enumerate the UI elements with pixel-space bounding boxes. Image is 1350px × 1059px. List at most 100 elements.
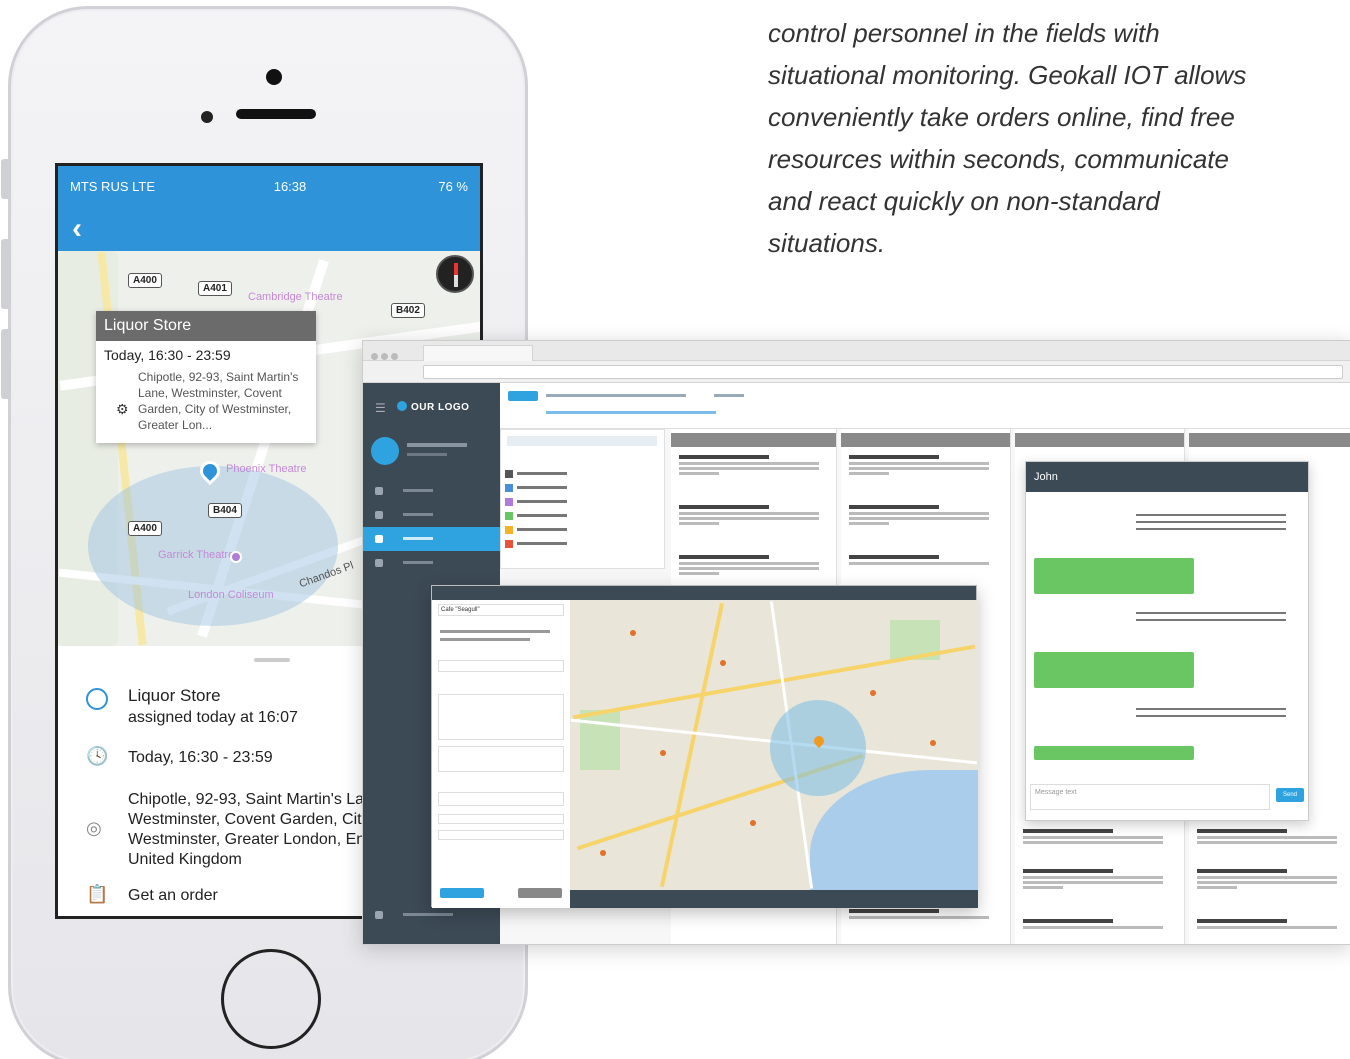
objects-icon — [375, 511, 383, 519]
geofence-circle — [88, 466, 338, 626]
browser-address-bar — [363, 361, 1350, 383]
back-chevron-icon[interactable]: ‹ — [72, 212, 82, 246]
save-button[interactable] — [440, 888, 484, 898]
copy-line: situations. — [768, 228, 886, 258]
get-order-action[interactable]: Get an order — [128, 886, 218, 906]
mute-switch — [1, 159, 11, 199]
status-checkbox[interactable] — [505, 526, 513, 534]
cancel-button[interactable] — [518, 888, 562, 898]
browser-tab[interactable] — [423, 345, 533, 361]
status-checkbox[interactable] — [505, 470, 513, 478]
place-label: London Coliseum — [188, 589, 274, 601]
search-field[interactable] — [714, 394, 744, 397]
task-card[interactable] — [1197, 919, 1337, 931]
status-circle-icon — [86, 688, 108, 710]
address-line: Chipotle, 92-93, Saint Martin's La — [128, 791, 365, 808]
tasks-toolbar — [500, 383, 1350, 429]
date-range-filter[interactable] — [546, 394, 686, 397]
app-logo: OUR LOGO — [397, 401, 469, 413]
task-card[interactable] — [1197, 829, 1337, 846]
address-line: Westminster, Covent Garden, Cit — [128, 811, 362, 828]
url-input[interactable] — [423, 365, 1343, 379]
status-label — [517, 542, 567, 545]
status-checkbox[interactable] — [505, 498, 513, 506]
task-map[interactable] — [570, 600, 978, 890]
nav-bar: ‹ — [58, 206, 480, 251]
camera-icon — [266, 69, 282, 85]
road-label: A400 — [128, 521, 162, 536]
poi-marker-icon — [720, 660, 726, 666]
task-card[interactable] — [1197, 869, 1337, 891]
status-checkbox[interactable] — [505, 512, 513, 520]
status-checkbox[interactable] — [505, 540, 513, 548]
filter-chips[interactable] — [546, 411, 716, 414]
address-field[interactable] — [438, 694, 564, 740]
task-card[interactable] — [1023, 829, 1163, 846]
task-card[interactable] — [849, 909, 989, 921]
chat-message-outgoing — [1034, 652, 1194, 688]
column-header — [841, 433, 1010, 447]
poi-marker-icon — [930, 740, 936, 746]
client-field[interactable]: Cafe "Seagull" — [438, 604, 564, 616]
chat-message-outgoing — [1034, 746, 1194, 760]
location-icon: ◎ — [86, 818, 102, 838]
send-button[interactable]: Send — [1276, 788, 1304, 802]
user-profile[interactable] — [363, 431, 500, 479]
filter-tabs[interactable] — [507, 436, 657, 446]
sheet-drag-handle[interactable] — [254, 658, 290, 662]
volume-up-button — [1, 239, 11, 309]
tasks-icon — [375, 535, 383, 543]
sidebar-item-tracking[interactable] — [363, 479, 500, 503]
user-role — [407, 453, 447, 456]
status-label — [517, 486, 567, 489]
copy-line: situational monitoring. Geokall IOT allo… — [768, 60, 1247, 90]
phone-field[interactable] — [438, 814, 564, 824]
task-card[interactable] — [1023, 919, 1163, 931]
place-label: Phoenix Theatre — [226, 463, 307, 475]
details-table — [438, 746, 564, 772]
task-card[interactable] — [849, 505, 989, 527]
location-icon: ⚙ — [116, 401, 129, 417]
task-card[interactable] — [679, 505, 819, 527]
status-label — [517, 472, 567, 475]
order-time: Today, 16:30 - 23:59 — [128, 749, 273, 766]
map-park — [580, 710, 620, 770]
sidebar-item-label — [403, 513, 433, 516]
map-controls-bar[interactable] — [570, 890, 978, 908]
sidebar-item-chat[interactable] — [363, 551, 500, 575]
status-label — [517, 528, 567, 531]
comment-field[interactable] — [438, 830, 564, 840]
home-button[interactable] — [221, 949, 321, 1049]
form-text — [440, 630, 550, 633]
avatar — [371, 437, 399, 465]
sidebar-item-objects[interactable] — [363, 503, 500, 527]
menu-icon[interactable]: ☰ — [375, 401, 386, 415]
status-label — [517, 514, 567, 517]
task-card[interactable] — [679, 555, 819, 577]
sidebar-item-label — [403, 537, 433, 540]
message-input[interactable]: Message text — [1030, 784, 1270, 810]
date-field[interactable] — [438, 660, 564, 672]
map-popup[interactable]: Liquor Store Today, 16:30 - 23:59 ⚙ Chip… — [96, 311, 316, 443]
task-card[interactable] — [1023, 869, 1163, 891]
place-label: Garrick Theatre — [158, 549, 235, 561]
status-filter-panel — [500, 429, 665, 569]
task-card[interactable] — [849, 555, 989, 567]
earpiece-speaker — [236, 109, 316, 119]
add-task-button[interactable] — [508, 391, 538, 401]
status-checkbox[interactable] — [505, 484, 513, 492]
assignee-select[interactable] — [438, 792, 564, 806]
front-camera-icon — [201, 111, 213, 123]
copy-line: resources within seconds, communicate — [768, 144, 1229, 174]
address-line: United Kingdom — [128, 851, 242, 868]
sidebar-item-label — [403, 489, 433, 492]
task-card[interactable] — [849, 455, 989, 477]
compass-icon[interactable] — [436, 255, 474, 293]
window-controls[interactable] — [371, 347, 401, 360]
clipboard-icon: 📋 — [86, 884, 109, 904]
form-text — [440, 638, 530, 641]
sidebar-item-tasks[interactable] — [363, 527, 500, 551]
task-card[interactable] — [679, 455, 819, 477]
chat-message — [1136, 612, 1286, 626]
tracking-icon — [375, 487, 383, 495]
